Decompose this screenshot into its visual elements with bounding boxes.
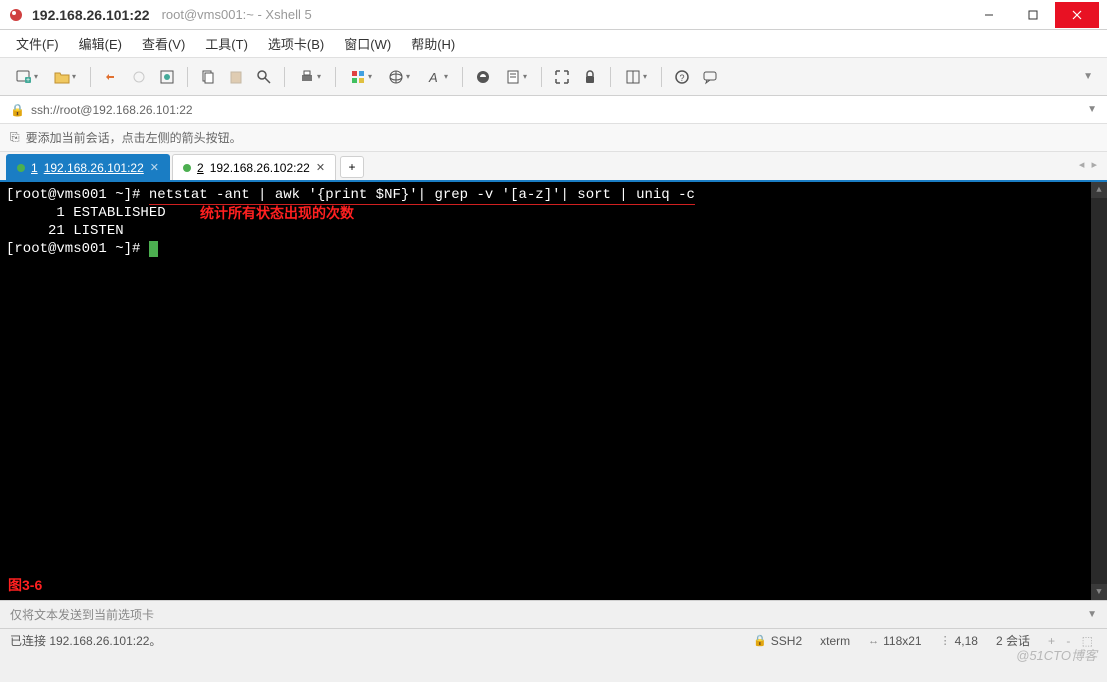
menu-tabs[interactable]: 选项卡(B) (264, 30, 328, 57)
xagent-button[interactable] (471, 65, 495, 89)
window-subtitle: root@vms001:~ - Xshell 5 (162, 7, 312, 22)
tab-number: 2 (197, 161, 204, 175)
minimize-button[interactable] (967, 2, 1011, 28)
svg-text:?: ? (679, 73, 684, 83)
prompt: [root@vms001 ~]# (6, 187, 140, 203)
svg-text:+: + (26, 77, 30, 84)
fullscreen-button[interactable] (550, 65, 574, 89)
status-size: ↔118x21 (868, 634, 921, 648)
title-bar: 192.168.26.101:22 root@vms001:~ - Xshell… (0, 0, 1107, 30)
status-connection: 已连接 192.168.26.101:22。 (10, 632, 735, 649)
print-button[interactable] (293, 65, 327, 89)
svg-text:A: A (428, 70, 438, 85)
window-controls (967, 2, 1099, 28)
toolbar-separator (187, 67, 188, 87)
lock-button[interactable] (578, 65, 602, 89)
menu-window[interactable]: 窗口(W) (340, 30, 395, 57)
lock-icon: 🔒 (753, 634, 767, 647)
address-url[interactable]: ssh://root@192.168.26.101:22 (31, 103, 193, 117)
tab-label: 192.168.26.102:22 (210, 161, 310, 175)
find-button[interactable] (252, 65, 276, 89)
new-session-button[interactable]: + (10, 65, 44, 89)
scroll-down-icon[interactable]: ▼ (1091, 584, 1107, 600)
tab-label: 192.168.26.101:22 (44, 161, 144, 175)
output-line: 21 LISTEN (6, 222, 1101, 240)
toolbar-separator (541, 67, 542, 87)
address-dropdown-icon[interactable]: ▼ (1087, 104, 1097, 115)
menu-tools[interactable]: 工具(T) (201, 30, 252, 57)
send-bar-text: 仅将文本发送到当前选项卡 (10, 606, 154, 623)
prompt: [root@vms001 ~]# (6, 241, 140, 257)
toolbar: + A ? ▼ (0, 58, 1107, 96)
status-protocol: 🔒SSH2 (753, 634, 802, 648)
hint-text: 要添加当前会话，点击左侧的箭头按钮。 (26, 129, 242, 146)
toolbar-overflow-icon[interactable]: ▼ (1079, 67, 1097, 86)
add-tab-button[interactable]: + (340, 156, 364, 178)
tab-nav-arrows[interactable]: ◂ ▸ (1079, 158, 1099, 171)
menu-view[interactable]: 查看(V) (138, 30, 189, 57)
session-tab-2[interactable]: 2 192.168.26.102:22 ✕ (172, 154, 336, 180)
status-cursor: ⋮4,18 (940, 634, 978, 648)
connection-status-icon (183, 164, 191, 172)
hint-bar: ⎘ 要添加当前会话，点击左侧的箭头按钮。 (0, 124, 1107, 152)
toolbar-separator (284, 67, 285, 87)
open-button[interactable] (48, 65, 82, 89)
encoding-button[interactable] (382, 65, 416, 89)
maximize-button[interactable] (1011, 2, 1055, 28)
send-bar-dropdown-icon[interactable]: ▼ (1087, 609, 1097, 620)
menu-file[interactable]: 文件(F) (12, 30, 63, 57)
color-scheme-button[interactable] (344, 65, 378, 89)
toolbar-separator (661, 67, 662, 87)
feedback-button[interactable] (698, 65, 722, 89)
window-title: 192.168.26.101:22 (32, 7, 150, 23)
size-icon: ↔ (868, 635, 879, 647)
layout-button[interactable] (619, 65, 653, 89)
properties-button[interactable] (155, 65, 179, 89)
toolbar-separator (610, 67, 611, 87)
menu-edit[interactable]: 编辑(E) (75, 30, 126, 57)
toolbar-separator (90, 67, 91, 87)
send-bar[interactable]: 仅将文本发送到当前选项卡 ▼ (0, 600, 1107, 628)
command-text: netstat -ant | awk '{print $NF}'| grep -… (149, 187, 695, 205)
status-bar: 已连接 192.168.26.101:22。 🔒SSH2 xterm ↔118x… (0, 628, 1107, 652)
reconnect-button[interactable] (99, 65, 123, 89)
cursor-icon (149, 241, 158, 257)
paste-button[interactable] (224, 65, 248, 89)
annotation-text: 统计所有状态出现的次数 (200, 204, 354, 222)
tab-close-icon[interactable]: ✕ (150, 161, 159, 174)
tab-bar: 1 192.168.26.101:22 ✕ 2 192.168.26.102:2… (0, 152, 1107, 182)
menu-help[interactable]: 帮助(H) (407, 30, 459, 57)
toolbar-separator (462, 67, 463, 87)
app-icon (8, 7, 24, 23)
output-line: 1 ESTABLISHED (6, 204, 1101, 222)
session-tab-1[interactable]: 1 192.168.26.101:22 ✕ (6, 154, 170, 180)
address-bar: 🔒 ssh://root@192.168.26.101:22 ▼ (0, 96, 1107, 124)
status-sessions: 2 会话 (996, 632, 1030, 649)
hint-arrow-icon[interactable]: ⎘ (10, 130, 20, 145)
connection-status-icon (17, 164, 25, 172)
status-controls[interactable]: + - ⬚ (1048, 634, 1097, 648)
lock-icon: 🔒 (10, 103, 25, 117)
close-button[interactable] (1055, 2, 1099, 28)
scroll-up-icon[interactable]: ▲ (1091, 182, 1107, 198)
disconnect-button[interactable] (127, 65, 151, 89)
help-button[interactable]: ? (670, 65, 694, 89)
script-button[interactable] (499, 65, 533, 89)
terminal-area[interactable]: [root@vms001 ~]# netstat -ant | awk '{pr… (0, 182, 1107, 600)
terminal-scrollbar[interactable]: ▲ ▼ (1091, 182, 1107, 600)
status-termtype: xterm (820, 634, 850, 648)
tab-close-icon[interactable]: ✕ (316, 161, 325, 174)
tab-number: 1 (31, 161, 38, 175)
copy-button[interactable] (196, 65, 220, 89)
toolbar-separator (335, 67, 336, 87)
figure-label: 图3-6 (8, 576, 42, 594)
font-button[interactable]: A (420, 65, 454, 89)
menu-bar: 文件(F) 编辑(E) 查看(V) 工具(T) 选项卡(B) 窗口(W) 帮助(… (0, 30, 1107, 58)
cursor-pos-icon: ⋮ (940, 634, 951, 647)
